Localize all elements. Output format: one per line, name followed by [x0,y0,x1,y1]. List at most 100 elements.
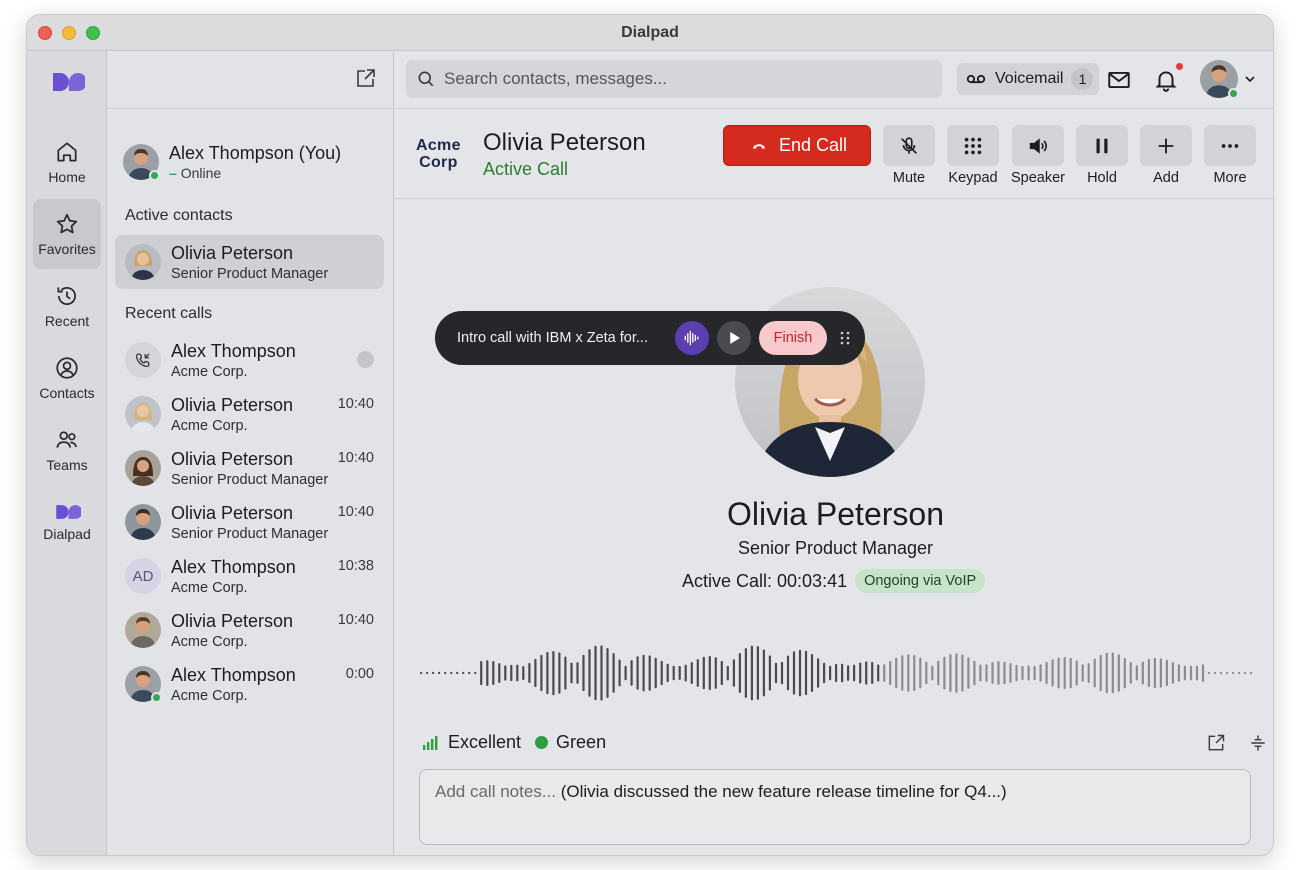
recent-call-item[interactable]: Olivia Peterson Acme Corp. 10:40 [115,387,384,441]
call-time: 10:38 [337,558,374,574]
waveform-bar [1075,660,1078,686]
contact-subtitle: Acme Corp. [171,687,248,704]
history-icon [57,287,76,305]
waveform-bar [696,659,699,687]
keypad-button[interactable]: Keypad [947,125,999,186]
finish-recording-button[interactable]: Finish [759,321,827,355]
waveform-bar [606,648,609,698]
rail-item-contacts[interactable]: Contacts [33,343,101,413]
end-call-button[interactable]: End Call [723,125,871,166]
collapse-icon[interactable] [1248,733,1268,753]
call-quality: Excellent Green [422,732,606,753]
compose-icon[interactable] [353,67,377,91]
recording-title[interactable]: Intro call with IBM x Zeta for... [457,330,675,346]
recent-call-item[interactable]: Olivia Peterson Senior Product Manager 1… [115,495,384,549]
waveform-bar [1238,671,1241,675]
waveform-bar [810,654,814,692]
waveform-bar [582,654,585,692]
call-notes-field[interactable]: Add call notes... (Olivia discussed the … [419,769,1251,845]
waveform-bar [642,654,645,692]
mute-button[interactable]: Mute [883,125,935,186]
close-window-button[interactable] [38,26,52,40]
speaker-icon [1029,137,1047,154]
waveform-bar [546,651,549,695]
waveform-bar [991,662,994,684]
waveform-bar [786,655,790,691]
waveform-bar [798,649,802,697]
window-controls [38,26,100,40]
dialpad-logo-icon[interactable] [49,69,85,95]
waveform-bar [636,656,639,690]
waveform-bar [859,662,862,684]
play-button[interactable] [717,321,751,355]
rail-item-dialpad[interactable]: Dialpad [33,487,101,557]
rail-item-teams[interactable]: Teams [33,415,101,485]
waveform-bar [919,657,922,689]
minimize-window-button[interactable] [62,26,76,40]
zoom-window-button[interactable] [86,26,100,40]
contact-name: Olivia Peterson [171,242,294,263]
caller-name: Olivia Peterson [483,129,646,156]
waveform-bar [774,662,778,684]
call-timer: Active Call: 00:03:41 [682,570,848,591]
voip-status-badge: Ongoing via VoIP [855,569,986,593]
contact-subtitle: Acme Corp. [171,363,248,380]
mail-icon[interactable] [1106,67,1132,93]
rail-item-label: Home [48,169,86,185]
avatar [125,396,161,432]
voicemail-label: Voicemail [995,70,1064,87]
more-button[interactable]: More [1204,125,1256,186]
speaker-button[interactable]: Speaker [1011,125,1065,186]
waveform-bar [702,656,705,690]
waveform-bar [961,654,964,692]
rail-item-home[interactable]: Home [33,127,101,197]
call-notes-placeholder: Add call notes... [435,782,556,801]
top-bar: Voicemail 1 [394,51,1273,109]
quality-indicator-label: Green [556,732,607,752]
waveform-bar [654,657,657,689]
external-link-icon[interactable] [1206,733,1226,753]
waveform-bar [600,645,603,701]
current-user[interactable]: Alex Thompson (You) – Online [123,143,341,181]
call-time: 10:40 [337,504,374,520]
profile-avatar[interactable] [1200,60,1239,99]
recent-calls-heading: Recent calls [125,305,213,322]
search-input[interactable] [444,69,924,89]
waveform-bar [552,650,555,696]
waveform-bar [804,650,808,696]
waveform-bar [564,656,567,690]
waveform-bar [853,664,856,682]
add-participant-button[interactable]: Add [1140,125,1192,186]
waveform-bar [714,657,717,689]
notification-dot [1176,63,1183,70]
contacts-panel: Alex Thompson (You) – Online Active cont… [107,51,394,855]
waveform-bar [474,671,477,675]
waveform-bar [462,671,465,675]
waveform-bar [1081,664,1084,682]
recent-call-item[interactable]: Alex Thompson Acme Corp. 0:00 [115,657,384,711]
chevron-down-icon[interactable] [1244,73,1256,85]
search-bar[interactable] [406,60,942,98]
hold-button[interactable]: Hold [1076,125,1128,186]
active-contact-item[interactable]: Olivia Peterson Senior Product Manager [115,235,384,289]
dialpad-logo-icon [56,505,81,519]
rail-item-favorites[interactable]: Favorites [33,199,101,269]
recent-call-item[interactable]: Olivia Peterson Senior Product Manager 1… [115,441,384,495]
bell-icon[interactable] [1153,67,1179,93]
recent-call-item[interactable]: Olivia Peterson Acme Corp. 10:40 [115,603,384,657]
drag-handle-icon[interactable] [839,330,851,346]
rail-item-recent[interactable]: Recent [33,271,101,341]
waveform-bar [1201,664,1205,682]
waveform-bar [1069,657,1072,689]
contact-subtitle: Acme Corp. [171,417,248,434]
recent-call-item[interactable]: AD Alex Thompson Acme Corp. 10:38 [115,549,384,603]
waveform-bar [648,655,651,691]
voicemail-button[interactable]: Voicemail 1 [957,63,1100,95]
waveform-bar [865,661,868,685]
waveform-bar [1147,658,1150,688]
recent-call-item[interactable]: Alex Thompson Acme Corp. [115,333,384,387]
call-time: 0:00 [345,666,374,682]
plus-icon [1158,138,1174,153]
waveform-button[interactable] [675,321,709,355]
waveform-bar [720,660,723,686]
